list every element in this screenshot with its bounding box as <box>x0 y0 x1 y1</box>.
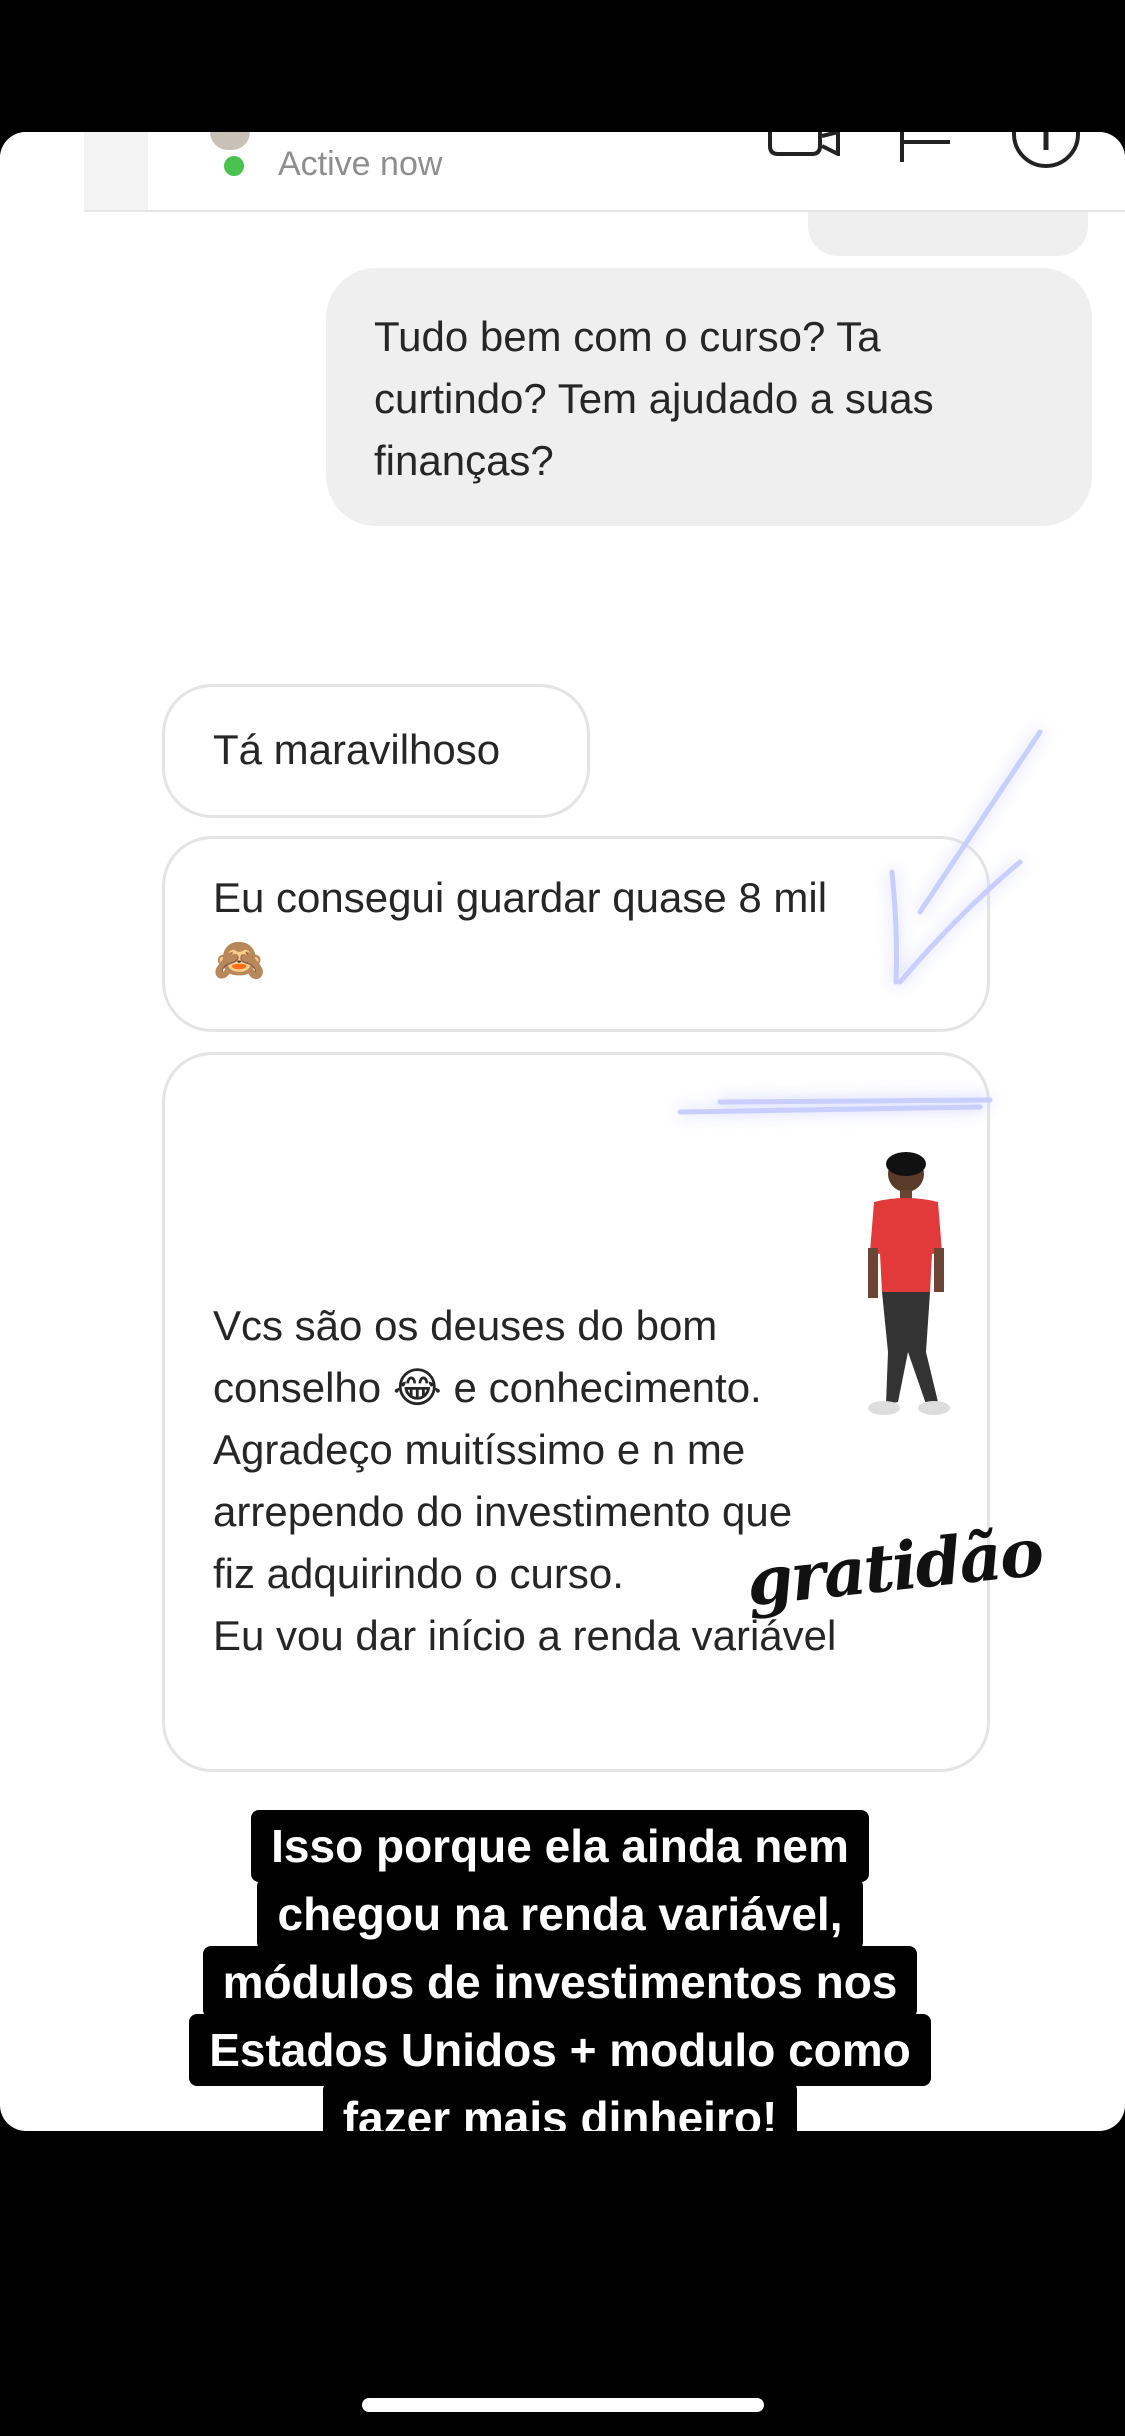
avatar[interactable] <box>210 132 250 150</box>
glowing-arrow-drawing <box>677 729 1043 1115</box>
caption-line: módulos de investimentos nos <box>202 1946 918 2018</box>
message-line: Tá maravilhoso <box>213 726 501 773</box>
home-indicator[interactable] <box>362 2398 764 2412</box>
caption-line: Estados Unidos + modulo como <box>189 2014 931 2086</box>
message-line: curtindo? Tem ajudado a suas <box>374 375 934 422</box>
message-line: finanças? <box>374 437 554 484</box>
header-side-strip <box>84 132 148 212</box>
screenshot-card: Active now Tudo bem com o curso? Ta curt… <box>0 132 1125 2131</box>
caption-line: Isso porque ela ainda nem <box>251 1810 869 1882</box>
sent-message[interactable]: Tudo bem com o curso? Ta curtindo? Tem a… <box>326 268 1092 526</box>
active-status-text: Active now <box>278 145 443 183</box>
story-page: Active now Tudo bem com o curso? Ta curt… <box>0 0 1125 2436</box>
dancing-person-sticker <box>868 1152 950 1415</box>
video-call-icon[interactable] <box>768 132 840 156</box>
info-icon[interactable] <box>1010 132 1082 170</box>
received-message[interactable]: Tá maravilhoso <box>162 684 590 818</box>
message-line: Tudo bem com o curso? Ta <box>374 313 881 360</box>
story-caption: Isso porque ela ainda nem chegou na rend… <box>120 1810 1000 2131</box>
previous-message-bubble <box>808 212 1088 256</box>
caption-line: fazer mais dinheiro! <box>322 2082 798 2131</box>
flag-icon[interactable] <box>898 132 954 162</box>
message-line: Eu vou dar início a renda variável <box>213 1612 837 1659</box>
active-status-dot <box>220 152 248 180</box>
chat-header: Active now <box>0 132 1125 212</box>
caption-line: chegou na renda variável, <box>257 1878 863 1950</box>
